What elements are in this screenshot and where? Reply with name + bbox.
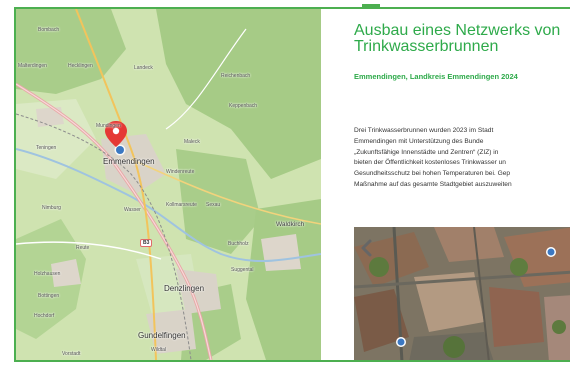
map-label-gundelfingen: Gundelfingen [138,331,186,340]
map-label-bottingen: Bottingen [38,293,60,299]
map-label-buchholz: Buchholz [228,241,249,247]
map-label-reichenbach: Reichenbach [221,73,251,79]
map-canvas[interactable] [16,9,321,360]
current-location-icon[interactable] [116,146,124,154]
project-title: Ausbau eines Netzwerks von Trinkwasserbr… [354,22,561,55]
map-label-vorstadt: Vorstadt [62,351,81,357]
map-label-bombach: Bombach [38,27,60,33]
map-label-sexau: Sexau [206,202,221,208]
location-map[interactable]: Bombach Malterdingen Hecklingen Landeck … [16,9,321,360]
map-label-windenreute: Windenreute [166,169,195,175]
map-label-emmendingen: Emmendingen [103,157,155,166]
description-line: Drei Trinkwasserbrunnen wurden 2023 im S… [354,127,494,134]
description-line: Gesundheitsschutz bei hohen Temperaturen… [354,170,511,178]
aerial-photo-gallery[interactable] [354,227,570,360]
map-label-hochdorf: Hochdorf [34,313,55,319]
map-label-wasser: Wasser [124,207,141,213]
map-label-teningen: Teningen [36,145,57,151]
water-tap-icon[interactable] [396,337,406,347]
project-description: Drei Trinkwasserbrunnen wurden 2023 im S… [354,126,570,191]
map-label-maleck: Maleck [184,139,200,145]
description-line: Emmendingen mit Unterstützung des Bunde [354,137,484,145]
map-label-wildtal: Wildtal [151,347,167,353]
project-location-year: Emmendingen, Landkreis Emmendingen 2024 [354,72,518,81]
project-info-panel: Ausbau eines Netzwerks von Trinkwasserbr… [354,9,570,360]
map-label-keppenbach: Keppenbach [229,103,258,109]
water-tap-icon[interactable] [546,247,556,257]
map-label-malterdingen: Malterdingen [18,63,47,69]
aerial-photo [354,227,570,360]
map-label-hecklingen: Hecklingen [68,63,93,69]
project-card: Bombach Malterdingen Hecklingen Landeck … [14,7,570,362]
map-label-suggental: Suggental [231,267,254,273]
map-label-nimburg: Nimburg [42,205,61,211]
map-label-holzhausen: Holzhausen [34,271,61,277]
chevron-left-icon[interactable] [355,236,379,260]
description-line: bieten der Öffentlichkeit kostenloses Tr… [354,159,506,167]
map-label-denzlingen: Denzlingen [164,284,205,293]
description-line: „Zukunftsfähige Innenstädte und Zentren“… [354,148,499,156]
map-label-landeck: Landeck [134,65,153,71]
map-label-mundingen: Mundingen [96,123,121,129]
map-label-reute: Reute [76,245,90,251]
road-badge-b3: B3 [140,239,153,247]
map-label-waldkirch: Waldkirch [276,221,305,228]
description-line: Maßnahme auf das gesamte Stadtgebiet aus… [354,180,512,188]
map-label-kollmarsreute: Kollmarsreute [166,202,197,208]
